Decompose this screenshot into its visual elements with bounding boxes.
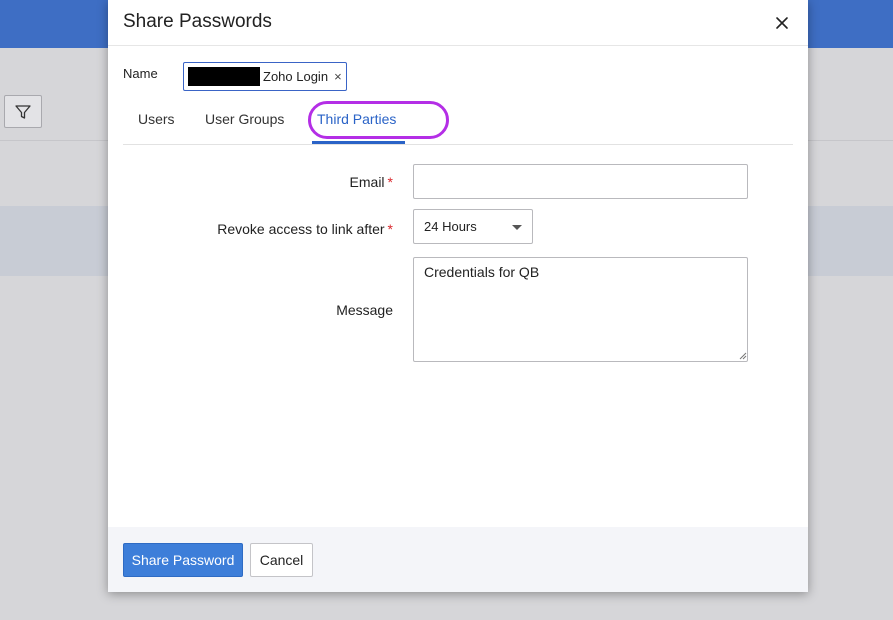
tab-user-groups[interactable]: User Groups	[205, 111, 284, 127]
email-label-text: Email	[349, 174, 385, 190]
message-label-text: Message	[336, 302, 393, 318]
revoke-duration-select[interactable]: 24 Hours	[413, 209, 533, 244]
revoke-duration-value: 24 Hours	[424, 219, 477, 234]
resize-grip-icon[interactable]	[739, 352, 747, 360]
message-label: Message	[123, 302, 393, 318]
revoke-label-text: Revoke access to link after	[217, 221, 385, 237]
dialog-header: Share Passwords	[108, 0, 808, 46]
email-input[interactable]	[413, 164, 748, 199]
required-marker: *	[387, 221, 393, 237]
share-password-button[interactable]: Share Password	[123, 543, 243, 577]
filter-icon	[15, 104, 31, 119]
close-icon	[776, 17, 788, 29]
tab-users[interactable]: Users	[138, 111, 175, 127]
chip-label: Zoho Login	[263, 69, 329, 84]
close-button[interactable]	[774, 15, 790, 31]
chevron-down-icon	[512, 225, 522, 230]
message-textarea[interactable]: Credentials for QB	[413, 257, 748, 362]
email-label: Email *	[123, 174, 393, 190]
filter-button[interactable]	[4, 95, 42, 128]
cancel-button[interactable]: Cancel	[250, 543, 313, 577]
password-chip: Zoho Login ×	[183, 62, 347, 91]
annotation-highlight-ring	[308, 101, 449, 139]
dialog-footer: Share Password Cancel	[108, 527, 808, 592]
required-marker: *	[387, 174, 393, 190]
share-passwords-dialog: Share Passwords Name Zoho Login × Users …	[108, 0, 808, 592]
active-tab-indicator	[312, 141, 405, 144]
redacted-block	[188, 67, 260, 86]
dialog-title: Share Passwords	[123, 11, 272, 32]
chip-remove-button[interactable]: ×	[334, 69, 342, 84]
revoke-label: Revoke access to link after *	[123, 221, 393, 237]
share-tabs: Users User Groups Third Parties	[123, 100, 793, 145]
name-label: Name	[123, 66, 158, 81]
